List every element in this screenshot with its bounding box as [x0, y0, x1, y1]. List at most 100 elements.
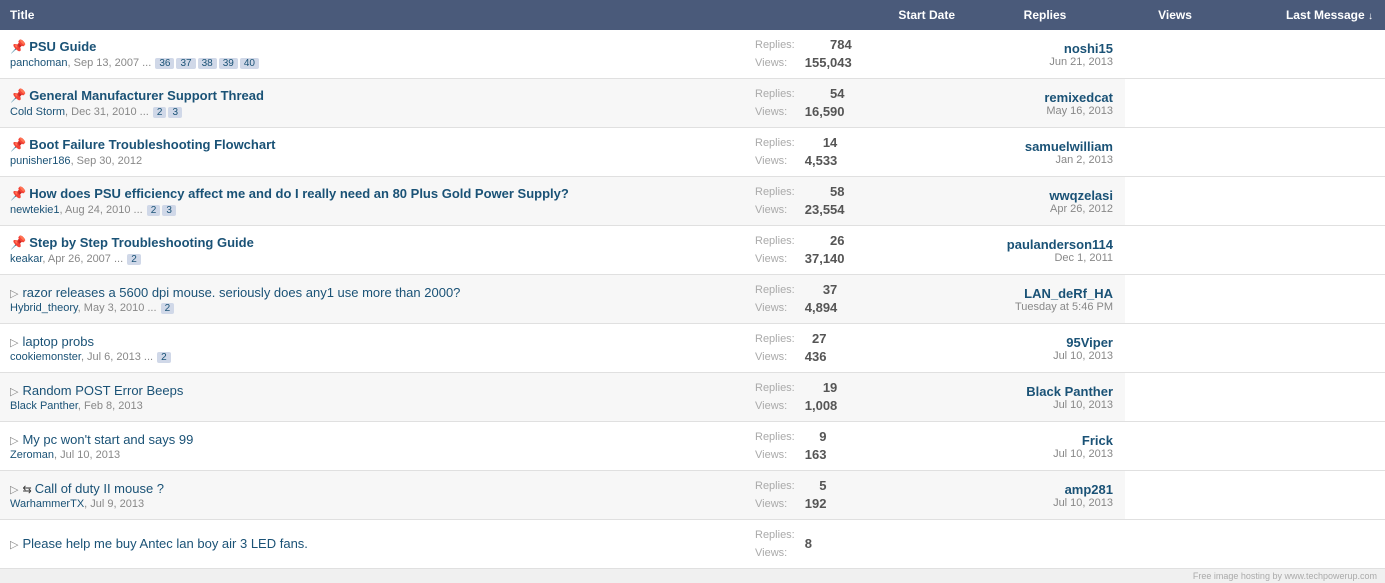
- thread-title-link[interactable]: Random POST Error Beeps: [22, 383, 183, 398]
- last-user-link[interactable]: Black Panther: [1026, 384, 1113, 399]
- author-link[interactable]: Zeroman: [10, 449, 54, 461]
- author-link[interactable]: Cold Storm: [10, 106, 65, 118]
- last-message-cell: amp281 Jul 10, 2013: [965, 471, 1125, 520]
- thread-meta: WarhammerTX, Jul 9, 2013: [10, 498, 735, 510]
- author-link[interactable]: Black Panther: [10, 400, 78, 412]
- thread-title-link[interactable]: Please help me buy Antec lan boy air 3 L…: [22, 536, 307, 551]
- author-link[interactable]: keakar: [10, 253, 42, 265]
- last-user-link[interactable]: wwqzelasi: [1049, 188, 1113, 203]
- thread-title-link[interactable]: PSU Guide: [29, 39, 96, 54]
- last-user-link[interactable]: 95Viper: [1066, 335, 1113, 350]
- page-badge[interactable]: 2: [147, 205, 161, 216]
- page-badge[interactable]: 3: [168, 107, 182, 118]
- sticky-icon: 📌: [10, 235, 26, 250]
- last-message-cell: wwqzelasi Apr 26, 2012: [965, 177, 1125, 226]
- last-user-link[interactable]: paulanderson114: [1007, 237, 1113, 252]
- stats-cell: Replies:Views: 27436: [745, 324, 965, 373]
- header-last-message: Last Message ↓: [1225, 0, 1385, 30]
- stats-cell: Replies:Views: 2637,140: [745, 226, 965, 275]
- thread-title-link[interactable]: razor releases a 5600 dpi mouse. serious…: [22, 285, 460, 300]
- stats-labels: Replies:Views:: [755, 281, 795, 317]
- title-cell: ▷ My pc won't start and says 99 Zeroman, …: [0, 422, 745, 471]
- last-user-link[interactable]: noshi15: [1064, 41, 1113, 56]
- stats-cell: Replies:Views: 374,894: [745, 275, 965, 324]
- sticky-icon: 📌: [10, 88, 26, 103]
- thread-meta: Cold Storm, Dec 31, 2010 ... 23: [10, 106, 735, 118]
- table-row: 📌Step by Step Troubleshooting Guide keak…: [0, 226, 1385, 275]
- author-link[interactable]: cookiemonster: [10, 351, 81, 363]
- title-cell: ▷razor releases a 5600 dpi mouse. seriou…: [0, 275, 745, 324]
- page-badge[interactable]: 36: [155, 58, 174, 69]
- thread-title-link[interactable]: General Manufacturer Support Thread: [29, 88, 264, 103]
- stats-cell: Replies:Views: 8: [745, 520, 965, 569]
- author-link[interactable]: WarhammerTX: [10, 498, 84, 510]
- title-cell: ▷Random POST Error Beeps Black Panther, …: [0, 373, 745, 422]
- author-link[interactable]: newtekie1: [10, 204, 60, 216]
- last-message-cell: LAN_deRf_HA Tuesday at 5:46 PM: [965, 275, 1125, 324]
- thread-title-link[interactable]: Step by Step Troubleshooting Guide: [29, 235, 254, 250]
- last-message-cell: 95Viper Jul 10, 2013: [965, 324, 1125, 373]
- table-row: ▷laptop probs cookiemonster, Jul 6, 2013…: [0, 324, 1385, 373]
- stats-cell: Replies:Views: 191,008: [745, 373, 965, 422]
- last-user-link[interactable]: LAN_deRf_HA: [1024, 286, 1113, 301]
- stats-values: 2637,140: [805, 232, 845, 268]
- stats-labels: Replies:Views:: [755, 232, 795, 268]
- stats-labels: Replies:Views:: [755, 428, 795, 464]
- last-user-link[interactable]: amp281: [1065, 482, 1113, 497]
- author-link[interactable]: punisher186: [10, 155, 71, 167]
- stats-wrapper: Replies:Views: 144,533: [755, 134, 955, 170]
- author-link[interactable]: Hybrid_theory: [10, 302, 78, 314]
- page-badge[interactable]: 40: [240, 58, 259, 69]
- stats-wrapper: Replies:Views: 2637,140: [755, 232, 955, 268]
- author-link[interactable]: panchoman: [10, 57, 68, 69]
- header-views: Views: [1125, 0, 1225, 30]
- last-message-cell: Frick Jul 10, 2013: [965, 422, 1125, 471]
- last-message-cell: [965, 520, 1125, 569]
- stats-cell: Replies:Views: 5823,554: [745, 177, 965, 226]
- last-message-cell: samuelwilliam Jan 2, 2013: [965, 128, 1125, 177]
- page-badge[interactable]: 2: [161, 303, 175, 314]
- page-badge[interactable]: 39: [219, 58, 238, 69]
- stats-wrapper: Replies:Views: 784155,043: [755, 36, 955, 72]
- stats-values: 191,008: [805, 379, 838, 415]
- stats-values: 374,894: [805, 281, 838, 317]
- last-date: Dec 1, 2011: [975, 252, 1113, 264]
- last-message-cell: Black Panther Jul 10, 2013: [965, 373, 1125, 422]
- thread-meta: newtekie1, Aug 24, 2010 ... 23: [10, 204, 735, 216]
- stats-wrapper: Replies:Views: 5823,554: [755, 183, 955, 219]
- thread-title-link[interactable]: My pc won't start and says 99: [22, 432, 193, 447]
- page-badge[interactable]: 2: [153, 107, 167, 118]
- sticky-hot-icon: 📌: [10, 186, 26, 201]
- stats-values: 9163: [805, 428, 827, 464]
- last-date: Jul 10, 2013: [975, 399, 1113, 411]
- title-cell: ▷Please help me buy Antec lan boy air 3 …: [0, 520, 745, 569]
- page-badge[interactable]: 2: [127, 254, 141, 265]
- stats-wrapper: Replies:Views: 5192: [755, 477, 955, 513]
- stats-wrapper: Replies:Views: 191,008: [755, 379, 955, 415]
- last-user-link[interactable]: remixedcat: [1044, 90, 1113, 105]
- stats-labels: Replies:Views:: [755, 330, 795, 366]
- thread-title-link[interactable]: How does PSU efficiency affect me and do…: [29, 186, 569, 201]
- sticky-icon: 📌: [10, 39, 26, 54]
- page-badge[interactable]: 37: [176, 58, 195, 69]
- thread-title-link[interactable]: Boot Failure Troubleshooting Flowchart: [29, 137, 275, 152]
- thread-title-link[interactable]: Call of duty II mouse ?: [35, 481, 164, 496]
- last-user-link[interactable]: samuelwilliam: [1025, 139, 1113, 154]
- header-start-date: Start Date: [745, 0, 965, 30]
- page-badge[interactable]: 2: [157, 352, 171, 363]
- title-cell: ▷⇆Call of duty II mouse ? WarhammerTX, J…: [0, 471, 745, 520]
- arrow-icon: ▷: [10, 435, 18, 447]
- stats-cell: Replies:Views: 144,533: [745, 128, 965, 177]
- last-date: Tuesday at 5:46 PM: [975, 301, 1113, 313]
- last-date: Jul 10, 2013: [975, 448, 1113, 460]
- page-badge[interactable]: 38: [198, 58, 217, 69]
- table-row: ▷Random POST Error Beeps Black Panther, …: [0, 373, 1385, 422]
- thread-title-link[interactable]: laptop probs: [22, 334, 94, 349]
- last-date: Jul 10, 2013: [975, 497, 1113, 509]
- page-badge[interactable]: 3: [162, 205, 176, 216]
- last-user-link[interactable]: Frick: [1082, 433, 1113, 448]
- stats-wrapper: Replies:Views: 374,894: [755, 281, 955, 317]
- stats-labels: Replies:Views:: [755, 85, 795, 121]
- thread-meta: Zeroman, Jul 10, 2013: [10, 449, 735, 461]
- stats-values: 5416,590: [805, 85, 845, 121]
